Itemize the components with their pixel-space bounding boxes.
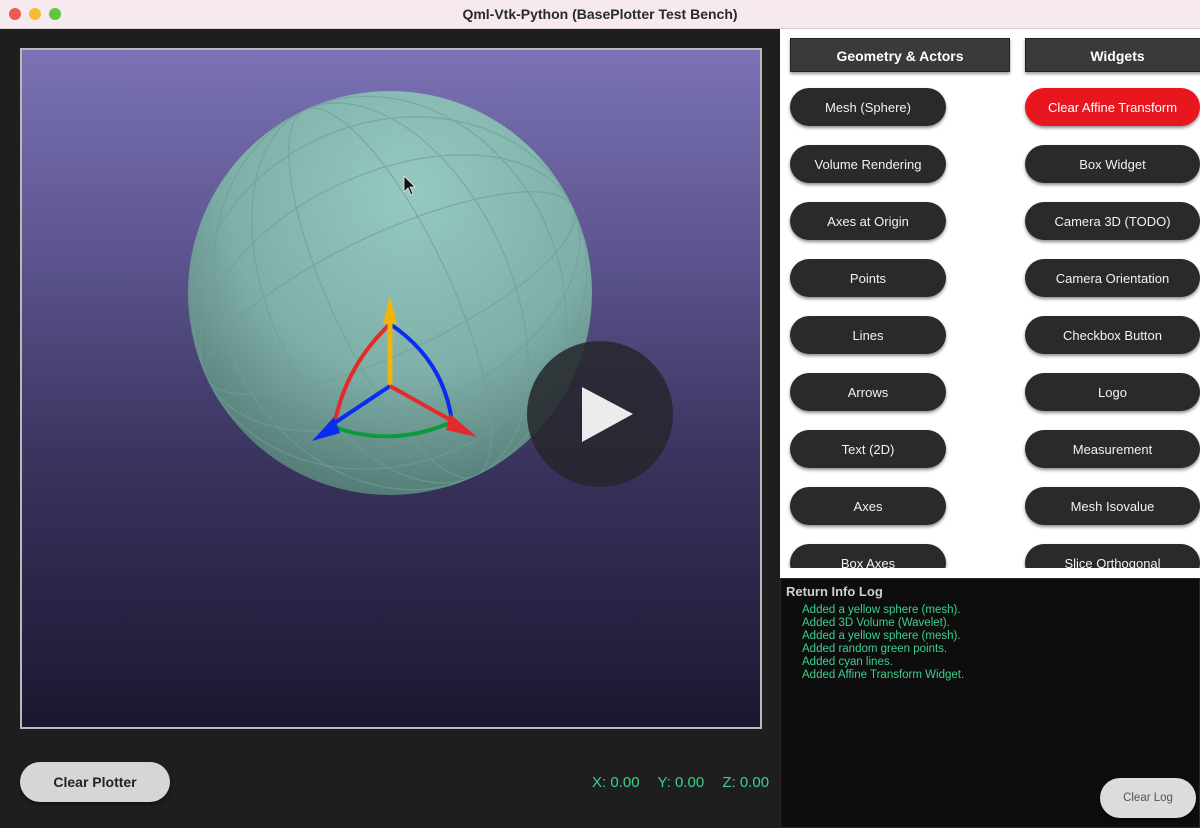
log-line: Added a yellow sphere (mesh). [802, 604, 961, 616]
plotter-panel: Clear Plotter X: 0.00 Y: 0.00 Z: 0.00 [0, 29, 780, 828]
widgets-header[interactable]: Widgets [1025, 38, 1200, 72]
geometry-actors-header[interactable]: Geometry & Actors [790, 38, 1010, 72]
log-line: Added random green points. [802, 643, 948, 655]
vtk-render-view[interactable] [20, 48, 762, 729]
text-2d-button[interactable]: Text (2D) [790, 430, 946, 468]
clear-plotter-button[interactable]: Clear Plotter [20, 762, 170, 802]
volume-rendering-button[interactable]: Volume Rendering [790, 145, 946, 183]
controls-panel: Geometry & Actors Widgets Mesh (Sphere) … [780, 29, 1200, 828]
log-list: Added a yellow sphere (mesh). Added 3D V… [802, 604, 964, 682]
points-button[interactable]: Points [790, 259, 946, 297]
lines-button[interactable]: Lines [790, 316, 946, 354]
logo-button[interactable]: Logo [1025, 373, 1200, 411]
button-grid[interactable]: Mesh (Sphere) Volume Rendering Axes at O… [780, 79, 1200, 568]
checkbox-button-button[interactable]: Checkbox Button [1025, 316, 1200, 354]
window-title: Qml-Vtk-Python (BasePlotter Test Bench) [462, 6, 738, 22]
mesh-sphere-button[interactable]: Mesh (Sphere) [790, 88, 946, 126]
clear-log-button[interactable]: Clear Log [1100, 778, 1196, 818]
measurement-button[interactable]: Measurement [1025, 430, 1200, 468]
return-info-log: Return Info Log Added a yellow sphere (m… [780, 578, 1200, 828]
slice-orthogonal-button[interactable]: Slice Orthogonal [1025, 544, 1200, 568]
camera-3d-button[interactable]: Camera 3D (TODO) [1025, 202, 1200, 240]
log-line: Added cyan lines. [802, 656, 893, 668]
arrows-button[interactable]: Arrows [790, 373, 946, 411]
log-line: Added 3D Volume (Wavelet). [802, 617, 950, 629]
log-line: Added a yellow sphere (mesh). [802, 630, 961, 642]
log-line: Added Affine Transform Widget. [802, 669, 965, 681]
coord-x: X: 0.00 [592, 774, 640, 791]
play-icon[interactable] [527, 341, 673, 487]
axes-button[interactable]: Axes [790, 487, 946, 525]
axes-at-origin-button[interactable]: Axes at Origin [790, 202, 946, 240]
coord-z: Z: 0.00 [722, 774, 770, 791]
clear-affine-transform-button[interactable]: Clear Affine Transform [1025, 88, 1200, 126]
cursor-coordinates: X: 0.00 Y: 0.00 Z: 0.00 [592, 774, 769, 791]
coord-y: Y: 0.00 [657, 774, 705, 791]
log-title: Return Info Log [786, 584, 883, 599]
camera-orientation-button[interactable]: Camera Orientation [1025, 259, 1200, 297]
render-scene [188, 91, 673, 495]
title-bar: Qml-Vtk-Python (BasePlotter Test Bench) [0, 0, 1200, 29]
box-widget-button[interactable]: Box Widget [1025, 145, 1200, 183]
box-axes-button[interactable]: Box Axes [790, 544, 946, 568]
mesh-isovalue-button[interactable]: Mesh Isovalue [1025, 487, 1200, 525]
